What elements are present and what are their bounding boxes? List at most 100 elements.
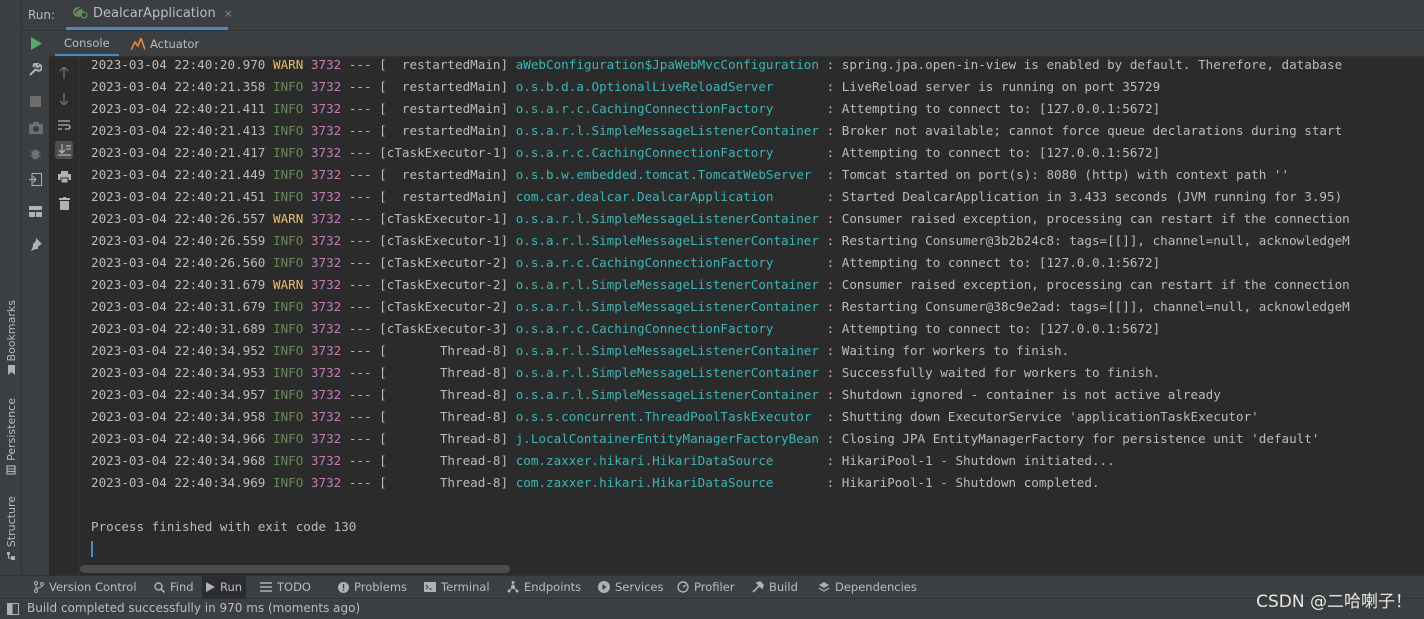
log-message: : Closing JPA EntityManagerFactory for p…: [818, 431, 1320, 446]
log-logger[interactable]: j.LocalContainerEntityManagerFactoryBean: [516, 431, 819, 446]
run-label: Run:: [28, 8, 56, 22]
pin-icon[interactable]: [27, 236, 44, 253]
persistence-label: Persistence: [4, 398, 18, 461]
scroll-down-icon[interactable]: [55, 90, 73, 108]
stop-icon[interactable]: [27, 93, 44, 110]
exit-message: Process finished with exit code 130: [91, 519, 357, 534]
wrench-icon[interactable]: [27, 61, 44, 78]
tool-window-profiler[interactable]: Profiler: [673, 576, 739, 598]
run-config-tab[interactable]: DealcarApplication ×: [66, 0, 233, 30]
tool-window-endpoints[interactable]: Endpoints: [503, 576, 585, 598]
log-logger[interactable]: o.s.a.r.c.CachingConnectionFactory: [516, 101, 819, 116]
log-logger[interactable]: o.s.a.r.l.SimpleMessageListenerContainer: [516, 277, 819, 292]
log-logger[interactable]: o.s.a.r.c.CachingConnectionFactory: [516, 145, 819, 160]
log-pid: 3732: [310, 167, 342, 182]
log-thread: restartedMain]: [386, 167, 509, 182]
services-icon: [598, 581, 610, 593]
camera-icon[interactable]: [27, 119, 44, 136]
log-thread: cTaskExecutor-1]: [386, 145, 509, 160]
console-output[interactable]: 2023-03-04 22:40:20.970 WARN 3732 --- [ …: [80, 57, 1424, 575]
log-logger[interactable]: o.s.a.r.c.CachingConnectionFactory: [516, 255, 819, 270]
log-level: INFO: [272, 431, 304, 446]
log-level: INFO: [272, 255, 304, 270]
scroll-up-icon[interactable]: [55, 64, 73, 82]
tool-window-run[interactable]: Run: [202, 576, 247, 598]
log-logger[interactable]: aWebConfiguration$JpaWebMvcConfiguration: [516, 57, 819, 72]
log-logger[interactable]: o.s.a.r.l.SimpleMessageListenerContainer: [516, 343, 819, 358]
log-line: 2023-03-04 22:40:34.957 INFO 3732 --- [ …: [91, 384, 1221, 406]
tab-console-label: Console: [64, 35, 110, 50]
log-separator: --- [: [341, 79, 387, 94]
log-line: 2023-03-04 22:40:34.953 INFO 3732 --- [ …: [91, 362, 1160, 384]
log-level: INFO: [272, 409, 304, 424]
log-separator: --- [: [341, 343, 387, 358]
log-message: : Attempting to connect to: [127.0.0.1:5…: [818, 101, 1161, 116]
left-tool-strip: Bookmarks Persistence Structure: [0, 0, 22, 575]
tool-window-dependencies[interactable]: Dependencies: [814, 576, 921, 598]
log-level: WARN: [272, 277, 304, 292]
log-logger[interactable]: o.s.b.w.embedded.tomcat.TomcatWebServer: [516, 167, 819, 182]
structure-icon: [6, 551, 16, 561]
tool-window-version-control[interactable]: Version Control: [30, 576, 141, 598]
close-icon[interactable]: ×: [224, 7, 233, 20]
scroll-to-end-icon[interactable]: [55, 141, 73, 159]
log-pid: 3732: [310, 233, 342, 248]
log-logger[interactable]: o.s.a.r.c.CachingConnectionFactory: [516, 321, 819, 336]
trash-icon[interactable]: [55, 194, 73, 212]
log-pid: 3732: [310, 343, 342, 358]
tool-window-build[interactable]: Build: [748, 576, 802, 598]
log-timestamp: 2023-03-04 22:40:20.970: [91, 57, 266, 72]
log-logger[interactable]: o.s.a.r.l.SimpleMessageListenerContainer: [516, 387, 819, 402]
log-thread: Thread-8]: [386, 387, 509, 402]
log-logger[interactable]: com.zaxxer.hikari.HikariDataSource: [516, 475, 819, 490]
log-pid: 3732: [310, 189, 342, 204]
tool-window-terminal[interactable]: Terminal: [420, 576, 494, 598]
persistence-tab[interactable]: Persistence: [2, 398, 20, 475]
tool-window-problems[interactable]: Problems: [334, 576, 411, 598]
log-logger[interactable]: com.car.dealcar.DealcarApplication: [516, 189, 819, 204]
log-logger[interactable]: o.s.b.d.a.OptionalLiveReloadServer: [516, 79, 819, 94]
soft-wrap-icon[interactable]: [55, 116, 73, 134]
layout-toggle-icon[interactable]: [7, 603, 19, 615]
build-status-text[interactable]: Build completed successfully in 970 ms (…: [27, 601, 360, 615]
layout-icon[interactable]: [27, 203, 44, 220]
restore-layout-icon[interactable]: [27, 171, 44, 188]
log-message: : Attempting to connect to: [127.0.0.1:5…: [818, 321, 1161, 336]
tool-window-label: Terminal: [441, 580, 490, 594]
log-logger[interactable]: o.s.a.r.l.SimpleMessageListenerContainer: [516, 365, 819, 380]
log-logger[interactable]: o.s.a.r.l.SimpleMessageListenerContainer: [516, 123, 819, 138]
log-logger[interactable]: o.s.a.r.l.SimpleMessageListenerContainer: [516, 233, 819, 248]
log-thread: restartedMain]: [386, 189, 509, 204]
tool-window-services[interactable]: Services: [594, 576, 668, 598]
log-timestamp: 2023-03-04 22:40:21.449: [91, 167, 266, 182]
rerun-icon[interactable]: [27, 35, 44, 52]
console-gutter: [49, 57, 80, 575]
log-logger[interactable]: o.s.a.r.l.SimpleMessageListenerContainer: [516, 211, 819, 226]
log-logger[interactable]: o.s.a.r.l.SimpleMessageListenerContainer: [516, 299, 819, 314]
log-line: 2023-03-04 22:40:31.689 INFO 3732 --- [c…: [91, 318, 1160, 340]
bookmarks-label: Bookmarks: [4, 300, 18, 362]
tab-actuator[interactable]: Actuator: [131, 31, 199, 56]
structure-tab[interactable]: Structure: [2, 496, 20, 561]
bug-icon[interactable]: [27, 145, 44, 162]
log-thread: restartedMain]: [386, 79, 509, 94]
run-toolbar: [22, 31, 49, 575]
log-separator: --- [: [341, 167, 387, 182]
log-logger[interactable]: o.s.s.concurrent.ThreadPoolTaskExecutor: [516, 409, 819, 424]
log-message: : LiveReload server is running on port 3…: [818, 79, 1161, 94]
tool-window-todo[interactable]: TODO: [256, 576, 315, 598]
tool-window-find[interactable]: Find: [150, 576, 198, 598]
run-window-header: Run: DealcarApplication ×: [22, 0, 1424, 31]
log-pid: 3732: [310, 145, 342, 160]
log-pid: 3732: [310, 365, 342, 380]
log-level: INFO: [272, 79, 304, 94]
tool-window-label: Endpoints: [524, 580, 582, 594]
log-logger[interactable]: com.zaxxer.hikari.HikariDataSource: [516, 453, 819, 468]
tool-window-label: Profiler: [694, 580, 735, 594]
horizontal-scrollbar[interactable]: [80, 565, 510, 573]
bookmarks-tab[interactable]: Bookmarks: [2, 300, 20, 376]
hammer-icon: [752, 581, 764, 593]
print-icon[interactable]: [55, 168, 73, 186]
play-icon: [206, 582, 215, 592]
tab-console[interactable]: Console: [55, 31, 119, 56]
